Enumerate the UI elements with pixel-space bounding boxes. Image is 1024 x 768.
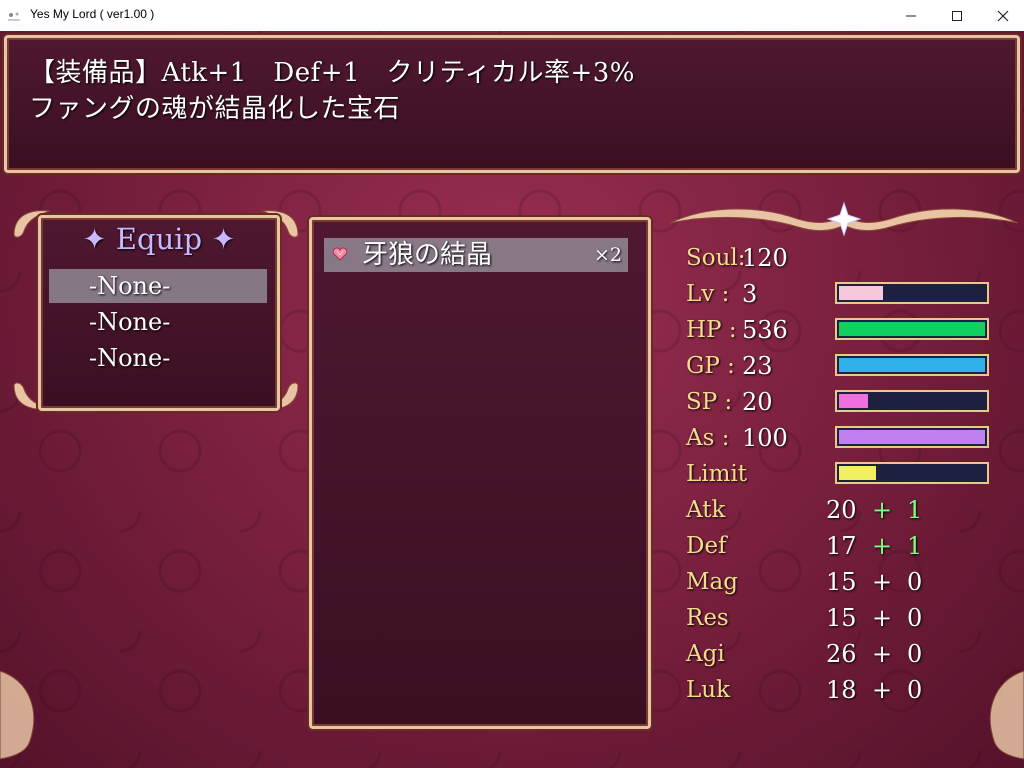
param-name: Atk <box>686 497 726 523</box>
param-base: 26 <box>826 640 857 668</box>
sp-label: SP : <box>686 389 733 415</box>
minimize-button[interactable] <box>888 0 934 31</box>
param-plus: + <box>872 640 893 668</box>
game-screen: 【装備品】Atk+1 Def+1 クリティカル率+3% ファングの魂が結晶化した… <box>0 31 1024 768</box>
item-list-window: 牙狼の結晶 ×2 <box>309 217 651 729</box>
limit-label: Limit <box>686 461 748 487</box>
param-base: 15 <box>826 604 857 632</box>
item-count: ×2 <box>593 244 622 266</box>
help-window: 【装備品】Atk+1 Def+1 クリティカル率+3% ファングの魂が結晶化した… <box>4 35 1020 173</box>
param-name: Luk <box>686 677 731 703</box>
hp-bar <box>835 318 989 340</box>
param-name: Def <box>686 533 727 559</box>
limit-bar <box>835 462 989 484</box>
app-icon <box>6 8 22 22</box>
equip-slot-label: -None- <box>89 272 171 300</box>
equip-slot-label: -None- <box>89 308 171 336</box>
param-base: 18 <box>826 676 857 704</box>
hp-value: 536 <box>742 316 788 344</box>
status-ornament-icon <box>669 201 1019 237</box>
param-bonus: 0 <box>907 568 923 596</box>
param-plus: + <box>872 676 893 704</box>
lv-label: Lv : <box>686 281 730 307</box>
equip-title: ✦ Equip ✦ <box>82 222 236 256</box>
close-button[interactable] <box>980 0 1024 31</box>
param-name: Res <box>686 605 729 631</box>
param-base: 17 <box>826 532 857 560</box>
gp-label: GP : <box>686 353 735 379</box>
param-bonus: 0 <box>907 676 923 704</box>
equip-slot-label: -None- <box>89 344 171 372</box>
param-name: Mag <box>686 569 738 595</box>
as-bar <box>835 426 989 448</box>
param-bonus: 0 <box>907 604 923 632</box>
param-bonus: 0 <box>907 640 923 668</box>
param-plus: + <box>872 604 893 632</box>
gp-value: 23 <box>742 352 773 380</box>
param-base: 15 <box>826 568 857 596</box>
help-line-1: 【装備品】Atk+1 Def+1 クリティカル率+3% <box>29 58 636 88</box>
window-titlebar: Yes My Lord ( ver1.00 ) <box>0 0 1024 32</box>
param-plus: + <box>872 496 893 524</box>
param-name: Agi <box>686 641 725 667</box>
sp-value: 20 <box>742 388 773 416</box>
equip-slot-3[interactable]: -None- <box>49 341 267 375</box>
param-bonus: 1 <box>907 532 923 560</box>
param-plus: + <box>872 532 893 560</box>
hp-label: HP : <box>686 317 737 343</box>
lv-bar <box>835 282 989 304</box>
equip-slot-2[interactable]: -None- <box>49 305 267 339</box>
as-value: 100 <box>742 424 788 452</box>
sp-bar <box>835 390 989 412</box>
gp-bar <box>835 354 989 376</box>
soul-label: Soul: <box>686 245 746 271</box>
heart-gem-icon <box>332 247 348 261</box>
param-plus: + <box>872 568 893 596</box>
soul-value: 120 <box>742 244 788 272</box>
lv-value: 3 <box>742 280 758 308</box>
param-base: 20 <box>826 496 857 524</box>
item-name: 牙狼の結晶 <box>362 240 493 270</box>
ornament-corner-icon <box>989 670 1024 760</box>
as-label: As : <box>686 425 730 451</box>
equip-window: ✦ Equip ✦ -None- -None- -None- <box>38 215 280 411</box>
help-line-2: ファングの魂が結晶化した宝石 <box>29 94 401 124</box>
param-bonus: 1 <box>907 496 923 524</box>
maximize-button[interactable] <box>934 0 980 31</box>
item-row[interactable]: 牙狼の結晶 ×2 <box>324 238 628 272</box>
equip-slot-1[interactable]: -None- <box>49 269 267 303</box>
window-title: Yes My Lord ( ver1.00 ) <box>30 7 155 21</box>
ornament-corner-icon <box>0 670 35 760</box>
